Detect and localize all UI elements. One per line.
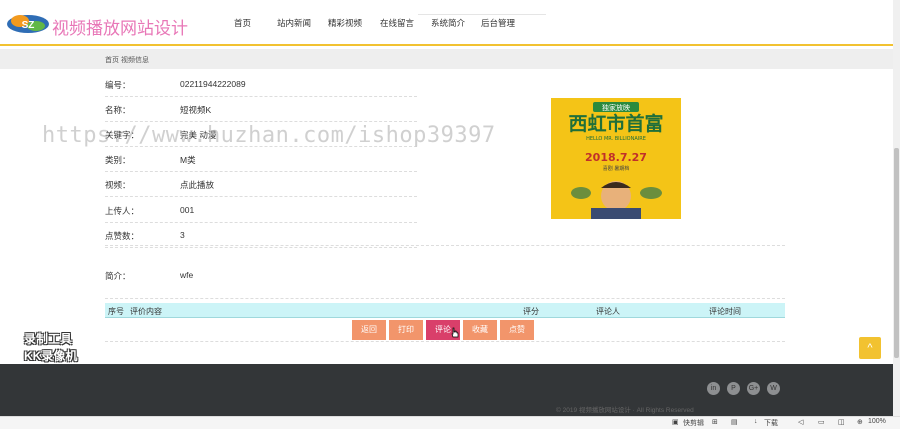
window-icon[interactable]: ▭ [818,418,825,426]
col-content: 评价内容 [130,307,162,316]
site-header: SZ 视频播放网站设计 首页 站内新闻 精彩视频 在线留言 系统简介 后台管理 [0,0,893,46]
field-value: 3 [180,230,185,240]
col-reviewer: 评论人 [596,307,620,316]
linkedin-icon[interactable]: in [707,382,720,395]
field-label: 编号： [105,80,131,90]
zoom-level[interactable]: 100% [868,418,886,425]
play-video-link[interactable]: 点此播放 [180,179,214,191]
field-label: 上传人： [105,206,140,216]
intro-label: 简介： [105,271,131,281]
field-value: 001 [180,205,195,215]
field-row-category: 类别： M类 [105,147,417,172]
field-label: 名称： [105,105,131,115]
google-plus-icon[interactable]: G+ [747,382,760,395]
favorite-button[interactable]: 收藏 [463,320,497,340]
copyright-text: © 2019 视频播放网站设计 · All Rights Reserved [556,407,694,414]
poster-date: 2018.7.27 [585,151,647,164]
nav-about[interactable]: 系统简介 [431,17,481,29]
field-row-name: 名称： 短视频K [105,97,417,122]
screenshot-icon[interactable]: ⊞ [712,418,718,426]
back-button[interactable]: 返回 [352,320,386,340]
quick-edit-label[interactable]: 快剪辑 [683,418,704,428]
col-score: 评分 [523,307,539,316]
watermark-text: https://www.huzhan.com/ishop39397 [42,123,496,148]
site-title[interactable]: 视频播放网站设计 [52,14,188,39]
tool-icon[interactable]: ▤ [731,418,738,426]
section-divider [105,298,785,299]
poster-tagline: 喜剧 暑期档 [603,165,630,172]
poster-image: 独家放映 西虹市首富 HELLO MR. BILLIONAIRE 2018.7.… [551,98,681,219]
col-index: 序号 [108,307,124,316]
print-button[interactable]: 打印 [389,320,423,340]
shield-icon[interactable]: ▣ [672,418,679,426]
svg-text:SZ: SZ [22,20,35,31]
field-label: 点赞数： [105,231,140,241]
comment-table-header: 序号 评价内容 评分 评论人 评论时间 [105,303,785,318]
field-label: 视频： [105,180,131,190]
intro-value: wfe [180,270,194,280]
col-time: 评论时间 [709,307,741,316]
nav-home[interactable]: 首页 [234,17,277,29]
zoom-icon[interactable]: ⊕ [857,418,863,426]
nav-divider [418,14,546,15]
logo-icon[interactable]: SZ [6,11,50,35]
main-nav: 首页 站内新闻 精彩视频 在线留言 系统简介 后台管理 [234,17,531,29]
sound-icon[interactable]: ◁ [798,418,803,426]
poster-title: 西虹市首富 [568,112,663,135]
field-value: M类 [180,155,196,165]
scrollbar-thumb[interactable] [894,148,899,358]
hand-cursor-icon [451,327,459,338]
field-label: 类别： [105,155,131,165]
nav-news[interactable]: 站内新闻 [277,17,328,29]
field-value: 短视频K [180,105,212,115]
breadcrumb[interactable]: 首页 视频信息 [105,55,149,65]
nav-admin[interactable]: 后台管理 [481,17,531,29]
video-poster[interactable]: 独家放映 西虹市首富 HELLO MR. BILLIONAIRE 2018.7.… [551,98,681,219]
poster-badge: 独家放映 [602,103,630,112]
field-row-uploader: 上传人： 001 [105,198,417,223]
nav-guestbook[interactable]: 在线留言 [380,17,431,29]
back-to-top-button[interactable]: ^ [859,337,881,359]
section-divider [105,245,785,246]
download-icon[interactable]: ↓ [754,418,758,425]
like-button[interactable]: 点赞 [500,320,534,340]
wechat-icon[interactable]: W [767,382,780,395]
recorder-badge: 录制工具 KK录像机 [24,331,96,367]
recorder-line2: KK录像机 [24,349,78,363]
field-value: 02211944222089 [180,79,246,89]
field-row-video: 视频： 点此播放 [105,172,417,197]
split-icon[interactable]: ◫ [838,418,845,426]
nav-videos[interactable]: 精彩视频 [328,17,380,29]
action-buttons: 返回 打印 评论 收藏 点赞 [352,320,534,340]
pinterest-icon[interactable]: P [727,382,740,395]
poster-subtitle: HELLO MR. BILLIONAIRE [586,136,646,142]
field-row-id: 编号： 02211944222089 [105,72,417,97]
recorder-line1: 录制工具 [24,332,73,346]
browser-statusbar: ▣ 快剪辑 ⊞ ▤ ↓ 下载 ◁ ▭ ◫ ⊕ 100% [0,416,900,429]
section-divider [105,341,785,342]
download-label[interactable]: 下载 [764,418,778,428]
